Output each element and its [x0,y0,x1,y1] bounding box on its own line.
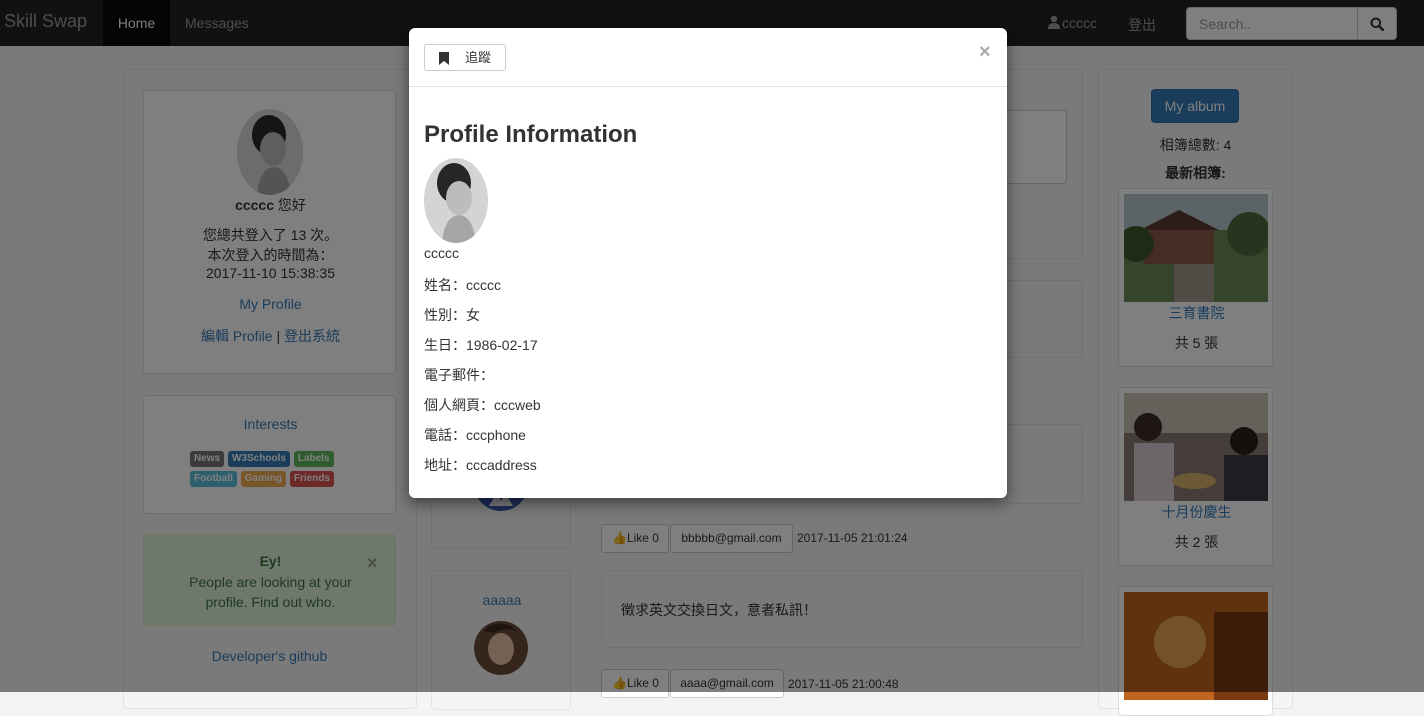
info-phone: 電話：cccphone [424,427,526,443]
info-address: 地址：cccaddress [424,457,537,473]
follow-label: 追蹤 [465,50,492,65]
info-gender: 性別：女 [424,307,480,323]
modal-username: ccccc [424,245,459,261]
bookmark-icon [439,52,449,65]
modal-close-icon[interactable]: × [979,42,991,62]
info-birthday: 生日：1986-02-17 [424,337,538,353]
modal-avatar [424,158,488,243]
modal-header: 追蹤 × [409,28,1007,87]
modal-title: Profile Information [424,121,638,148]
profile-modal: 追蹤 × Profile Information ccccc 姓名：ccccc … [409,28,1007,498]
info-website: 個人網頁：cccweb [424,397,541,413]
follow-button[interactable]: 追蹤 [424,44,506,71]
info-name: 姓名：ccccc [424,277,501,293]
info-email: 電子郵件： [424,367,494,383]
